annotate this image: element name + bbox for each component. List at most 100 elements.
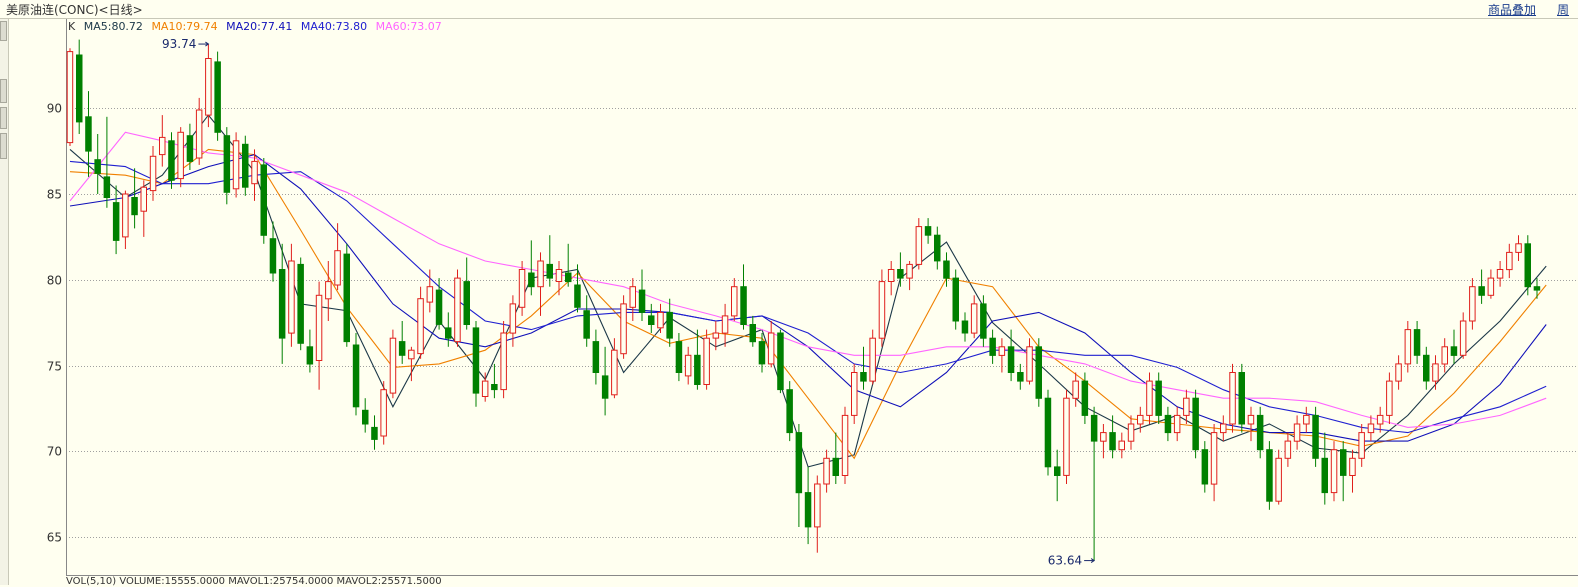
candle-body-up [915,226,923,265]
candle-16 [214,51,221,141]
candle-body-up [1284,440,1292,459]
candle-body-up [1404,329,1412,365]
candle-body-up [1432,363,1439,382]
candle-58 [601,346,609,416]
candle-body-down [1256,414,1264,451]
candle-body-up [408,349,415,360]
y-tick-label-85: 85 [47,188,62,202]
candle-body-down [1090,414,1098,442]
candle-body-down [924,226,932,236]
candle-86 [860,346,867,390]
candle-body-up [195,109,203,159]
high-label: 93.74 [162,37,196,51]
candle-92 [915,218,923,270]
candle-body-down [242,143,249,188]
candle-62 [638,269,646,321]
candle-body-down [648,315,655,325]
candle-body-down [1044,397,1052,468]
candle-body-up [869,337,876,382]
candle-body-up [500,332,507,391]
candle-body-up [315,294,323,361]
candle-body-up [66,51,74,144]
candle-body-down [306,346,314,365]
candle-body-down [260,164,267,236]
candle-body-up [1100,432,1107,442]
candle-body-up [1330,449,1338,494]
candlestick-chart[interactable]: 65 70 75 80 85 90 93.74 63.64 [0,0,1578,585]
candle-body-up [629,286,636,308]
candle-body-down [1312,414,1319,459]
candle-54 [565,243,572,287]
candle-body-up [1210,432,1218,485]
candle-19 [242,135,249,196]
candle-body-down [472,327,480,394]
candle-body-up [251,160,258,185]
candle-body-down [85,116,92,152]
candle-body-up [823,457,830,485]
candle-75 [758,333,766,373]
candle-body-up [417,298,424,355]
candle-body-up [205,58,212,116]
candle-71 [721,303,729,347]
candle-152 [1469,278,1476,330]
candle-3 [94,134,101,194]
candle-body-up [767,332,775,365]
candle-body-up [851,372,858,416]
candle-body-up [1220,423,1227,434]
candle-107 [1054,449,1061,502]
candle-body-down [1478,286,1485,296]
candle-body-down [832,457,839,476]
candle-125 [1220,415,1227,442]
candle-112 [1100,424,1107,459]
candle-76 [767,321,775,368]
candle-body-up [1496,269,1504,279]
candle-50 [528,240,535,296]
candle-body-down [1201,449,1209,485]
candle-body-down [131,197,138,216]
candle-body-up [325,281,332,300]
candle-body-down [186,135,194,162]
candle-153 [1478,269,1485,304]
candle-body-up [426,286,434,303]
candle-33 [371,415,378,450]
candle-145 [1404,321,1412,373]
candle-body-up [1137,414,1144,425]
y-tick-label-75: 75 [47,360,62,374]
candle-150 [1450,329,1458,364]
candle-68 [694,329,701,390]
candle-body-down [583,310,590,339]
candle-156 [1506,243,1513,279]
candle-body-up [878,281,886,339]
candle-body-down [1266,449,1273,502]
candle-body-down [168,140,175,181]
candle-body-down [1533,286,1541,291]
candle-body-up [1026,346,1033,382]
candle-137 [1330,441,1338,502]
candle-151 [1459,312,1467,359]
candle-body-down [463,281,470,326]
candle-78 [786,381,793,442]
candle-4 [103,116,111,208]
candle-body-up [518,269,526,308]
candle-51 [537,252,544,316]
candle-52 [546,235,553,287]
candle-body-down [749,324,756,343]
candle-body-down [278,269,286,339]
candle-body-up [620,303,627,355]
candle-55 [574,264,581,313]
candle-124 [1210,424,1218,502]
candle-134 [1303,406,1310,433]
candle-100 [989,329,996,364]
candle-120 [1173,406,1181,442]
candle-body-up [1229,372,1236,425]
candle-body-down [1007,346,1015,373]
candle-body-up [906,263,913,279]
candle-body-down [758,341,766,365]
candle-149 [1441,338,1448,373]
candle-body-down [362,409,369,425]
candle-body-down [860,372,867,382]
candle-body-up [998,346,1006,356]
candle-128 [1247,406,1255,442]
candle-body-up [177,131,184,180]
candle-body-down [961,320,969,334]
